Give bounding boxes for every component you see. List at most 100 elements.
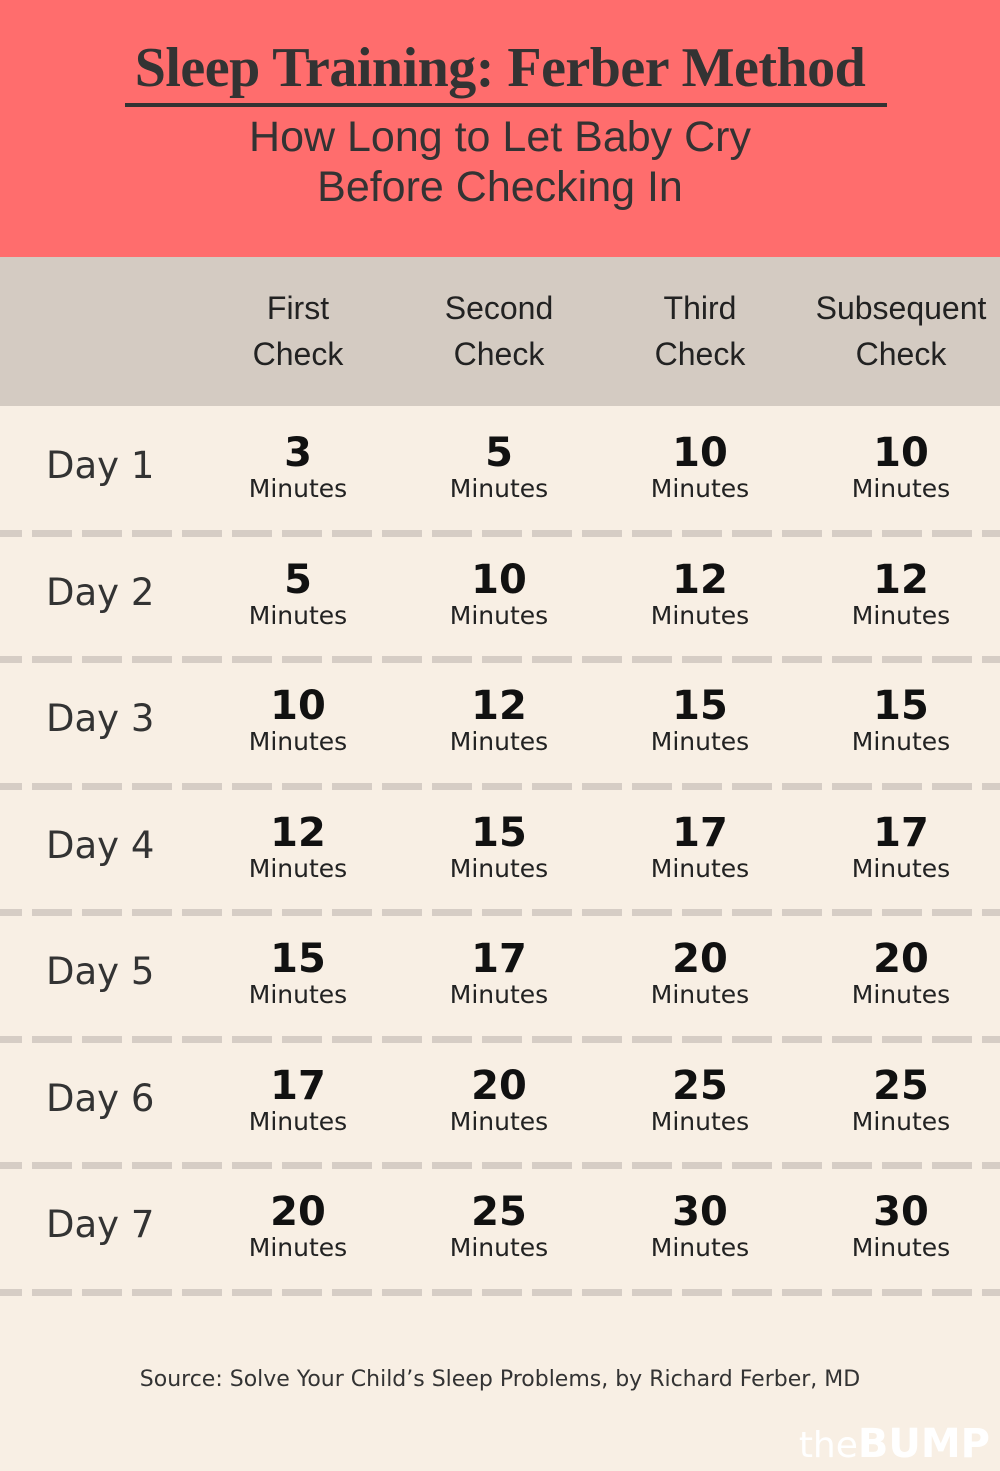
minutes-unit: Minutes [248, 727, 348, 756]
table-row: Day 3 10 Minutes 12 Minutes 15 Minutes 15 Minute… [0, 659, 1000, 790]
column-header: Second Check [444, 290, 554, 372]
minutes-unit: Minutes [851, 853, 951, 883]
minutes-unit: Minutes [449, 1106, 549, 1136]
table-row: Day 1 3 Minutes 5 Minutes 10 Minutes 10 Minutes [0, 406, 1000, 537]
minutes-value: 20 [471, 1062, 527, 1109]
minutes-unit: Minutes [248, 1233, 348, 1262]
table-cell: 25 Minutes [399, 1191, 599, 1263]
minutes-unit: Minutes [449, 727, 549, 756]
table-cell: 5 Minutes [399, 432, 599, 504]
table-cell: 10 Minutes [801, 432, 1000, 504]
day-label: Day 3 [46, 697, 155, 740]
table-cell: 10 Minutes [600, 432, 800, 504]
minutes-unit: Minutes [650, 980, 750, 1009]
minutes-unit: Minutes [248, 980, 348, 1009]
day-label: Day 4 [46, 823, 155, 867]
minutes-value: 10 [672, 430, 728, 476]
minutes-value: 25 [471, 1189, 527, 1235]
day-label: Day 5 [46, 950, 155, 993]
the-bump-logo: theBUMP [798, 1421, 990, 1467]
minutes-value: 3 [284, 430, 312, 476]
table-cell: 3 Minutes [198, 432, 398, 504]
minutes-value: 12 [471, 683, 527, 729]
minutes-value: 15 [672, 683, 728, 729]
table-cell: 17 Minutes [198, 1065, 398, 1137]
minutes-value: 10 [873, 430, 929, 476]
table-cell: 20 Minutes [600, 938, 800, 1010]
minutes-value: 15 [270, 936, 326, 982]
table-cell: 15 Minutes [801, 685, 1000, 757]
minutes-unit: Minutes [248, 1106, 348, 1136]
table-cell: 12 Minutes [198, 812, 398, 884]
table-cell: 15 Minutes [198, 938, 398, 1010]
minutes-unit: Minutes [650, 600, 750, 630]
table-row: Day 2 5 Minutes 10 Minutes 12 Minutes 12 Minutes [0, 533, 1000, 663]
minutes-value: 5 [485, 430, 513, 476]
minutes-value: 12 [672, 556, 728, 603]
minutes-unit: Minutes [449, 600, 549, 630]
table-cell: 20 Minutes [198, 1191, 398, 1263]
page-subtitle: How Long to Let Baby Cry Before Checking… [0, 112, 1000, 212]
column-header: Subsequent Check [815, 290, 987, 372]
subtitle-line-2: Before Checking In [317, 163, 683, 211]
minutes-unit: Minutes [851, 980, 951, 1009]
day-label: Day 6 [46, 1076, 155, 1120]
minutes-unit: Minutes [851, 600, 951, 630]
minutes-unit: Minutes [851, 1106, 951, 1136]
minutes-value: 15 [471, 809, 527, 856]
table-cell: 20 Minutes [399, 1065, 599, 1137]
table-cell: 17 Minutes [801, 812, 1000, 884]
minutes-unit: Minutes [650, 853, 750, 883]
minutes-value: 30 [672, 1189, 728, 1235]
table-cell: 12 Minutes [399, 685, 599, 757]
minutes-value: 15 [873, 683, 929, 729]
table-cell: 17 Minutes [399, 938, 599, 1010]
minutes-unit: Minutes [449, 980, 549, 1009]
table-cell: 15 Minutes [399, 812, 599, 884]
table-cell: 10 Minutes [198, 685, 398, 757]
minutes-unit: Minutes [248, 600, 348, 630]
table-cell: 20 Minutes [801, 938, 1000, 1010]
minutes-value: 20 [873, 936, 929, 982]
minutes-value: 25 [873, 1062, 929, 1109]
minutes-unit: Minutes [851, 727, 951, 756]
table-row: Day 4 12 Minutes 15 Minutes 17 Minutes 17 Minute… [0, 786, 1000, 916]
minutes-unit: Minutes [449, 474, 549, 503]
minutes-unit: Minutes [851, 1233, 951, 1262]
minutes-value: 12 [270, 809, 326, 856]
table-cell: 5 Minutes [198, 559, 398, 631]
table-cell: 17 Minutes [600, 812, 800, 884]
minutes-unit: Minutes [248, 853, 348, 883]
row-divider [0, 1288, 1000, 1296]
minutes-value: 17 [672, 809, 728, 856]
column-header: First Check [252, 290, 344, 372]
minutes-value: 20 [270, 1189, 326, 1235]
table-cell: 25 Minutes [600, 1065, 800, 1137]
day-label: Day 7 [46, 1203, 155, 1246]
title-underline [125, 103, 887, 107]
table-cell: 12 Minutes [801, 559, 1000, 631]
table-cell: 10 Minutes [399, 559, 599, 631]
minutes-value: 17 [873, 809, 929, 856]
minutes-value: 25 [672, 1062, 728, 1109]
minutes-unit: Minutes [650, 1106, 750, 1136]
minutes-unit: Minutes [650, 474, 750, 503]
subtitle-line-1: How Long to Let Baby Cry [249, 113, 751, 161]
minutes-value: 17 [270, 1062, 326, 1109]
minutes-value: 17 [471, 936, 527, 982]
minutes-value: 10 [270, 683, 326, 729]
table-cell: 15 Minutes [600, 685, 800, 757]
day-label: Day 2 [46, 570, 155, 614]
minutes-value: 20 [672, 936, 728, 982]
table-row: Day 7 20 Minutes 25 Minutes 30 Minutes 30 Minute… [0, 1165, 1000, 1296]
column-header: Third Check [654, 290, 746, 372]
minutes-unit: Minutes [449, 853, 549, 883]
minutes-unit: Minutes [851, 474, 951, 503]
minutes-unit: Minutes [449, 1233, 549, 1262]
table-cell: 30 Minutes [801, 1191, 1000, 1263]
minutes-unit: Minutes [248, 474, 348, 503]
table-cell: 12 Minutes [600, 559, 800, 631]
table-cell: 25 Minutes [801, 1065, 1000, 1137]
source-citation: Source: Solve Your Child’s Sleep Problem… [139, 1367, 861, 1392]
minutes-value: 12 [873, 556, 929, 603]
